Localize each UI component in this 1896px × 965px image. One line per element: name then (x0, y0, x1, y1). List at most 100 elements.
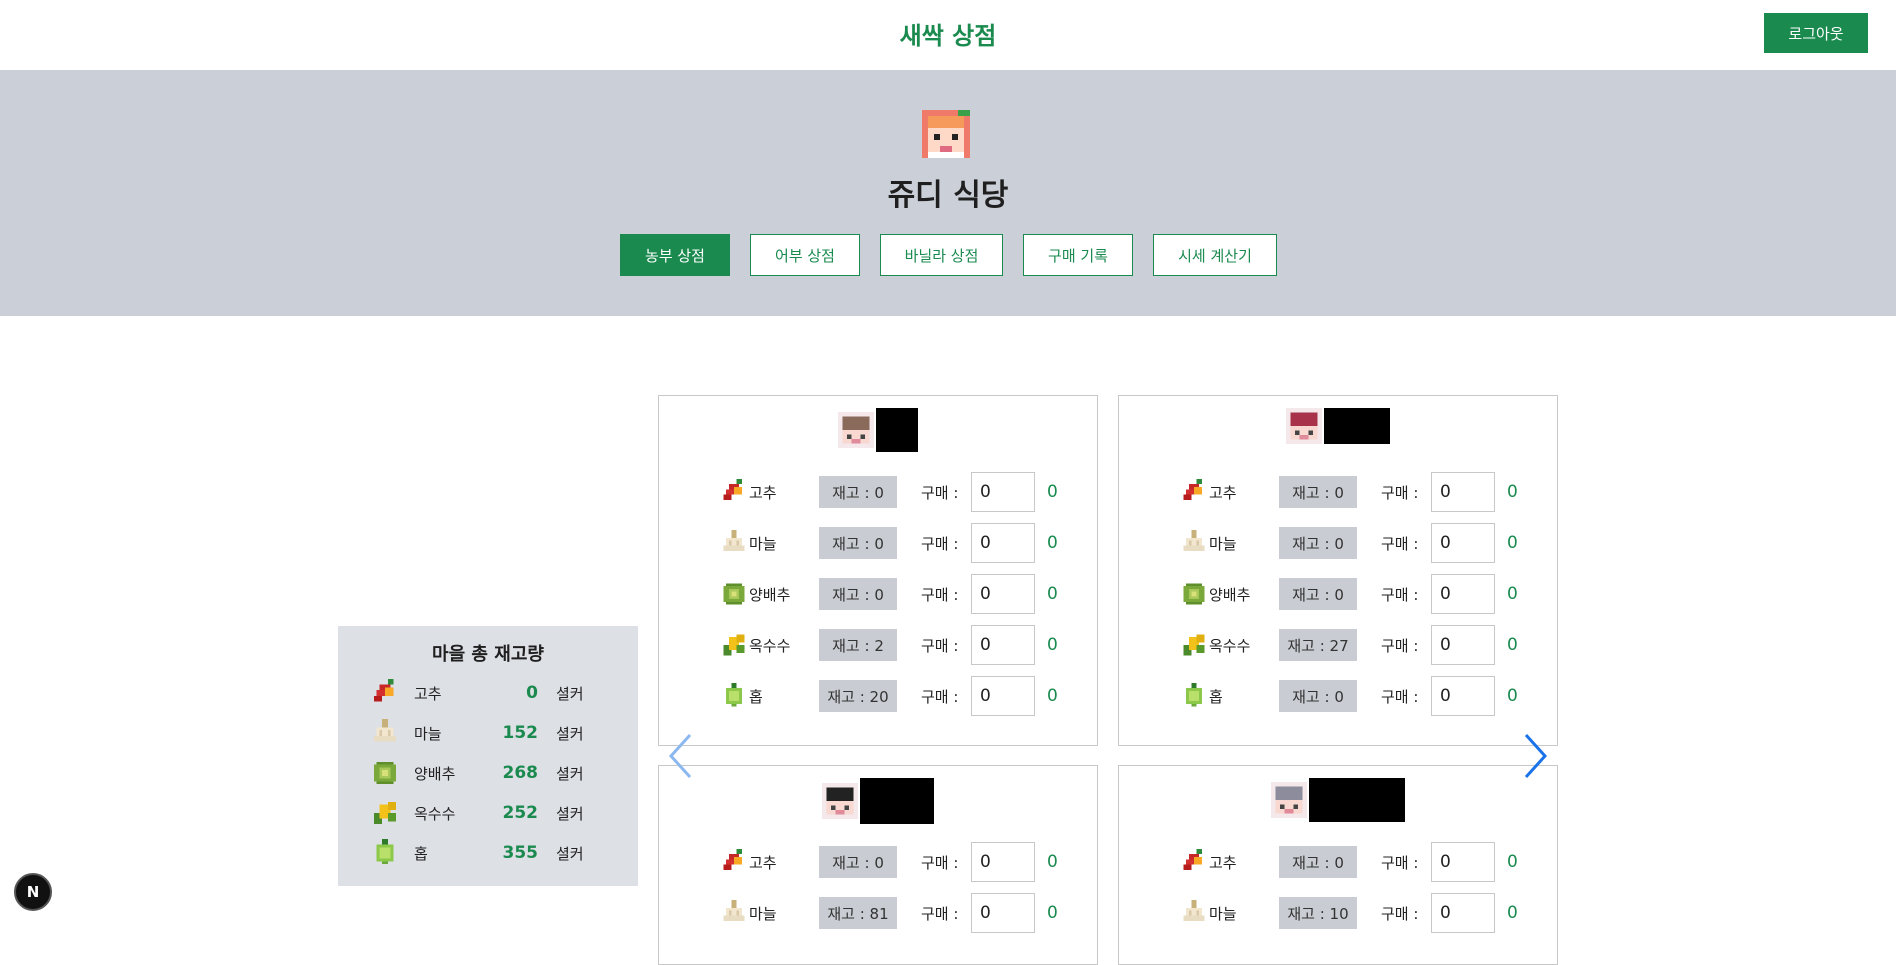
farmer-avatar-icon (1271, 782, 1307, 818)
buy-quantity-input[interactable] (971, 574, 1035, 614)
item-row: 고추 재고 : 0 구매 : 0 (721, 472, 1058, 512)
garlic-icon (1181, 530, 1207, 556)
farmer-avatar-icon (838, 412, 874, 448)
buy-quantity-input[interactable] (1431, 842, 1495, 882)
item-name: 마늘 (1209, 904, 1237, 923)
brand-title[interactable]: 새싹 상점 (0, 16, 1896, 51)
farmer-card: 고추재고 : 0구매 :0마늘재고 : 0구매 :0양배추재고 : 0구매 :0… (658, 395, 1098, 746)
stock-item-count: 0 (526, 683, 538, 703)
farmer-avatar-icon (1286, 408, 1322, 444)
buy-label: 구매 : (1381, 687, 1419, 706)
buy-label: 구매 : (921, 636, 959, 655)
tab-farmer-shop[interactable]: 농부 상점 (620, 234, 730, 276)
item-cost: 0 (1047, 852, 1058, 872)
item-row: 양배추 재고 : 0 구매 : 0 (1181, 574, 1518, 614)
farmer-header (1119, 408, 1557, 444)
stock-item-name: 홉 (414, 844, 428, 863)
buy-quantity-input[interactable] (971, 523, 1035, 563)
hops-icon (1181, 683, 1207, 709)
item-cost: 0 (1507, 635, 1518, 655)
stock-row: 옥수수 252 셜커 (370, 798, 610, 828)
garlic-icon (721, 900, 747, 926)
buy-label: 구매 : (1381, 636, 1419, 655)
tab-purchase-history[interactable]: 구매 기록 (1023, 234, 1133, 276)
village-stock-panel: 마을 총 재고량 고추 0 셜커 마늘 152 셜커 양배추 268 셜커 옥수… (338, 626, 638, 886)
farmer-header (659, 408, 1097, 452)
pepper-icon (1181, 849, 1207, 875)
hops-icon (370, 839, 400, 867)
buy-quantity-input[interactable] (1431, 625, 1495, 665)
item-cost: 0 (1507, 533, 1518, 553)
tab-price-calculator[interactable]: 시세 계산기 (1153, 234, 1277, 276)
item-name: 마늘 (749, 904, 777, 923)
item-stock: 재고 : 0 (1279, 476, 1357, 508)
pepper-icon (1181, 479, 1207, 505)
stock-item-unit: 셜커 (556, 844, 584, 863)
item-stock: 재고 : 0 (1279, 578, 1357, 610)
buy-quantity-input[interactable] (971, 625, 1035, 665)
item-stock: 재고 : 27 (1279, 629, 1357, 661)
item-stock: 재고 : 0 (819, 846, 897, 878)
item-stock: 재고 : 0 (1279, 680, 1357, 712)
item-cost: 0 (1507, 903, 1518, 923)
item-row: 고추 재고 : 0 구매 : 0 (1181, 472, 1518, 512)
buy-label: 구매 : (1381, 534, 1419, 553)
buy-label: 구매 : (921, 483, 959, 502)
item-stock: 재고 : 2 (819, 629, 897, 661)
corn-icon (721, 632, 747, 658)
item-row: 고추 재고 : 0 구매 : 0 (721, 842, 1058, 882)
buy-quantity-input[interactable] (971, 676, 1035, 716)
farmer-card: 고추 재고 : 0 구매 : 0 마늘 재고 : 81 구매 : 0 (658, 765, 1098, 965)
item-cost: 0 (1507, 584, 1518, 604)
item-stock: 재고 : 10 (1279, 897, 1357, 929)
item-name: 옥수수 (749, 636, 791, 655)
stock-row: 마늘 152 셜커 (370, 718, 610, 748)
item-stock: 재고 : 0 (1279, 527, 1357, 559)
item-stock: 재고 : 0 (819, 527, 897, 559)
corn-icon (1181, 632, 1207, 658)
buy-quantity-input[interactable] (971, 472, 1035, 512)
item-name: 홉 (1209, 687, 1223, 706)
carousel-prev-icon[interactable] (666, 732, 696, 780)
top-bar: 새싹 상점 로그아웃 (0, 0, 1896, 70)
tab-fisher-shop[interactable]: 어부 상점 (750, 234, 860, 276)
garlic-icon (370, 719, 400, 747)
stock-item-unit: 셜커 (556, 684, 584, 703)
stock-item-name: 고추 (414, 684, 442, 703)
buy-quantity-input[interactable] (1431, 472, 1495, 512)
stock-item-unit: 셜커 (556, 724, 584, 743)
item-row: 마늘 재고 : 81 구매 : 0 (721, 893, 1058, 933)
buy-label: 구매 : (1381, 585, 1419, 604)
item-row: 마늘 재고 : 10 구매 : 0 (1181, 893, 1518, 933)
buy-quantity-input[interactable] (1431, 893, 1495, 933)
item-name: 고추 (1209, 483, 1237, 502)
carousel-next-icon[interactable] (1520, 732, 1550, 780)
buy-quantity-input[interactable] (971, 893, 1035, 933)
logout-button[interactable]: 로그아웃 (1764, 13, 1868, 53)
stock-row: 고추 0 셜커 (370, 678, 610, 708)
hops-icon (721, 683, 747, 709)
item-stock: 재고 : 20 (819, 680, 897, 712)
farmer-card: 고추 재고 : 0 구매 : 0 마늘 재고 : 10 구매 : 0 (1118, 765, 1558, 965)
farmer-card: 고추재고 : 0구매 :0마늘재고 : 0구매 :0양배추재고 : 0구매 :0… (1118, 395, 1558, 746)
buy-quantity-input[interactable] (1431, 574, 1495, 614)
stock-item-count: 268 (502, 763, 539, 783)
item-row: 마늘 재고 : 0 구매 : 0 (721, 523, 1058, 563)
item-cost: 0 (1507, 686, 1518, 706)
item-row: 옥수수 재고 : 27 구매 : 0 (1181, 625, 1518, 665)
tab-vanilla-shop[interactable]: 바닐라 상점 (880, 234, 1003, 276)
stock-item-unit: 셜커 (556, 764, 584, 783)
buy-label: 구매 : (921, 585, 959, 604)
buy-quantity-input[interactable] (971, 842, 1035, 882)
buy-quantity-input[interactable] (1431, 676, 1495, 716)
farmer-header (659, 778, 1097, 824)
redacted-name (860, 778, 934, 824)
item-stock: 재고 : 0 (1279, 846, 1357, 878)
buy-quantity-input[interactable] (1431, 523, 1495, 563)
stock-row: 양배추 268 셜커 (370, 758, 610, 788)
item-row: 홉 재고 : 20 구매 : 0 (721, 676, 1058, 716)
nextjs-dev-button[interactable]: N (14, 873, 52, 911)
buy-label: 구매 : (921, 904, 959, 923)
farmer-header (1119, 778, 1557, 822)
item-name: 고추 (1209, 853, 1237, 872)
